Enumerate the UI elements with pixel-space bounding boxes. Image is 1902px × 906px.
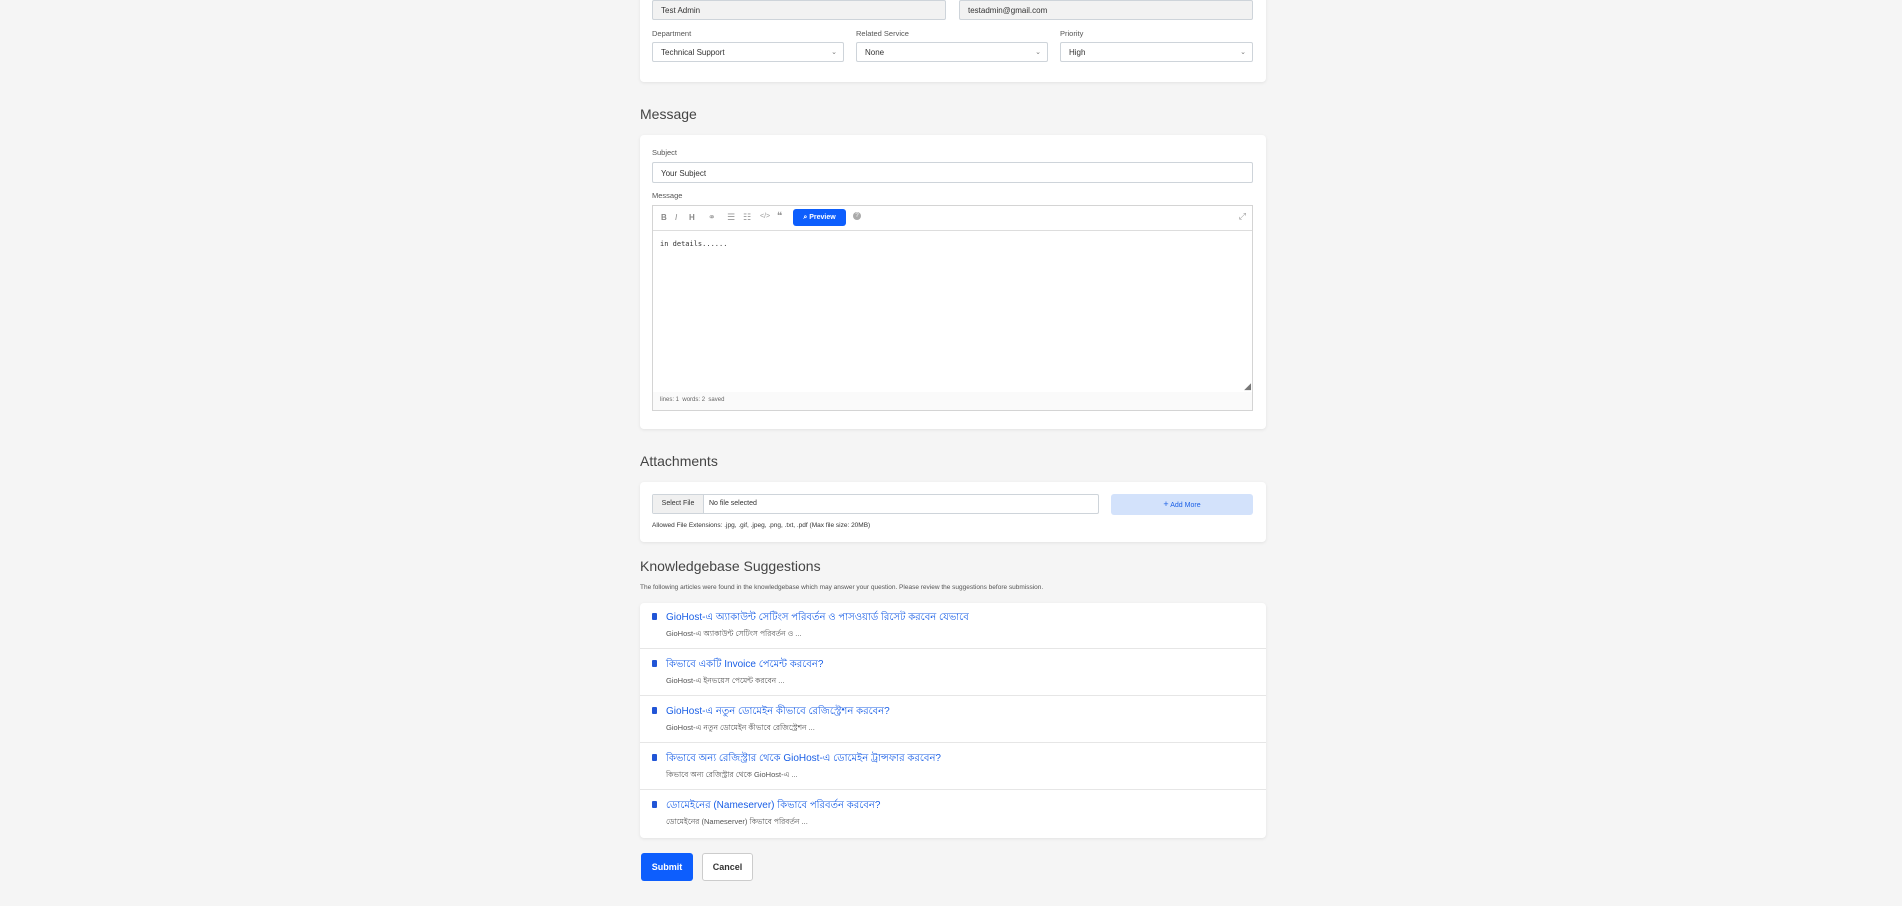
editor-text: in details...... [660,240,728,248]
list-item[interactable]: কিভাবে অন্য রেজিস্ট্রার থেকে GioHost-এ ড… [640,744,1266,790]
list-item[interactable]: GioHost-এ অ্যাকাউন্ট সেটিংস পরিবর্তন ও প… [640,603,1266,649]
kb-item-title[interactable]: ডোমেইনের (Nameserver) কিভাবে পরিবর্তন কর… [666,798,880,815]
message-card: Subject Your Subject Message B I H ⚭ ☰ ☷… [640,135,1266,429]
heading-icon[interactable]: H [689,213,695,222]
kb-item-title[interactable]: কিভাবে একটি Invoice পেমেন্ট করবেন? [666,657,823,674]
search-icon: ⌕ [803,214,808,221]
attachments-heading: Attachments [640,453,718,469]
document-icon [652,754,657,761]
code-icon[interactable]: </> [760,213,770,220]
chevron-down-icon: ⌄ [1240,49,1246,56]
chevron-down-icon: ⌄ [1035,49,1041,56]
attachments-card: Select File No file selected + Add More … [640,482,1266,542]
department-label: Department [652,29,692,38]
editor-toolbar: B I H ⚭ ☰ ☷ </> ❝ ⌕ Preview ? ⤢ [653,206,1252,231]
document-icon [652,660,657,667]
related-service-label: Related Service [856,29,909,38]
editor-statusbar: lines: 1 words: 2 saved [660,397,724,403]
select-file-button[interactable]: Select File [653,495,704,513]
kb-intro: The following articles were found in the… [640,584,1044,591]
related-service-select[interactable]: None ⌄ [856,42,1048,62]
fullscreen-icon[interactable]: ⤢ [1239,211,1246,222]
subject-label: Subject [652,148,678,157]
kb-item-excerpt: GioHost-এ নতুন ডোমেইন কীভাবে রেজিস্ট্রেশ… [666,723,815,732]
ticket-info-card: Test Admin testadmin@gmail.com Departmen… [640,0,1266,82]
department-value: Technical Support [661,48,725,57]
resize-handle-icon[interactable]: ◢ [1244,381,1251,392]
name-field[interactable]: Test Admin [652,0,946,20]
plus-icon: + [1163,499,1169,509]
email-field[interactable]: testadmin@gmail.com [959,0,1253,20]
allowed-extensions-text: Allowed File Extensions: .jpg, .gif, .jp… [652,522,871,529]
status-words: words: 2 [682,397,706,403]
list-item[interactable]: ডোমেইনের (Nameserver) কিভাবে পরিবর্তন কর… [640,791,1266,837]
department-select[interactable]: Technical Support ⌄ [652,42,844,62]
kb-heading: Knowledgebase Suggestions [640,558,821,574]
kb-heading-text: Knowledgebase Suggestions [640,558,821,574]
priority-select[interactable]: High ⌄ [1060,42,1253,62]
kb-item-excerpt: GioHost-এ ইনভয়েস পেমেন্ট করবেন ... [666,676,785,685]
list-item[interactable]: GioHost-এ নতুন ডোমেইন কীভাবে রেজিস্ট্রেশ… [640,697,1266,743]
message-editor: B I H ⚭ ☰ ☷ </> ❝ ⌕ Preview ? ⤢ in detai… [652,205,1253,411]
related-service-value: None [865,48,885,57]
document-icon [652,613,657,620]
priority-value: High [1069,48,1086,57]
chevron-down-icon: ⌄ [831,49,837,56]
kb-item-title[interactable]: GioHost-এ নতুন ডোমেইন কীভাবে রেজিস্ট্রেশ… [666,704,890,721]
kb-list: GioHost-এ অ্যাকাউন্ট সেটিংস পরিবর্তন ও প… [640,603,1266,838]
kb-item-excerpt: GioHost-এ অ্যাকাউন্ট সেটিংস পরিবর্তন ও .… [666,629,802,638]
link-icon[interactable]: ⚭ [708,212,716,223]
message-label: Message [652,191,683,200]
message-heading: Message [640,106,697,122]
status-lines: lines: 1 [660,397,680,403]
no-file-text: No file selected [709,500,757,507]
document-icon [652,707,657,714]
kb-item-title[interactable]: কিভাবে অন্য রেজিস্ট্রার থেকে GioHost-এ ড… [666,751,941,768]
editor-textarea[interactable]: in details...... ◢ [653,231,1252,392]
add-more-button[interactable]: + Add More [1111,494,1253,515]
preview-label: Preview [809,214,836,221]
document-icon [652,801,657,808]
submit-button[interactable]: Submit [641,853,693,881]
cancel-button[interactable]: Cancel [702,853,753,881]
bold-icon[interactable]: B [661,213,667,222]
italic-icon[interactable]: I [675,213,677,222]
kb-item-excerpt: ডোমেইনের (Nameserver) কিভাবে পরিবর্তন ..… [666,817,808,826]
help-icon[interactable]: ? [853,212,861,220]
list-item[interactable]: কিভাবে একটি Invoice পেমেন্ট করবেন? GioHo… [640,650,1266,696]
priority-label: Priority [1060,29,1084,38]
kb-item-title[interactable]: GioHost-এ অ্যাকাউন্ট সেটিংস পরিবর্তন ও প… [666,610,969,627]
status-saved: saved [708,397,725,403]
quote-icon[interactable]: ❝ [777,211,782,222]
ordered-list-icon[interactable]: ☷ [743,212,751,223]
unordered-list-icon[interactable]: ☰ [727,212,735,223]
kb-item-excerpt: কিভাবে অন্য রেজিস্ট্রার থেকে GioHost-এ .… [666,770,798,779]
file-input[interactable]: Select File No file selected [652,494,1099,514]
subject-input[interactable]: Your Subject [652,162,1253,183]
preview-button[interactable]: ⌕ Preview [793,209,846,226]
add-more-label: Add More [1170,502,1201,509]
